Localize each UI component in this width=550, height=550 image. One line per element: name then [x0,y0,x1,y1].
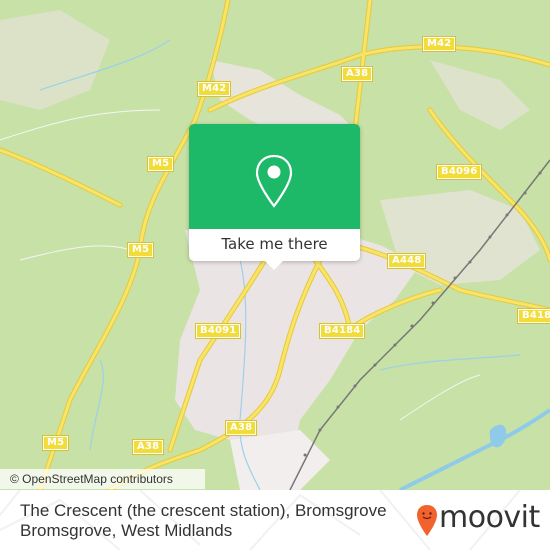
moovit-wordmark: moovit [439,500,540,535]
take-me-there-button[interactable]: Take me there [189,229,360,261]
road-label-m5: M5 [146,156,175,172]
map-view[interactable]: M42 M42 A38 M5 M5 B4096 A448 B4184 B4091… [0,0,550,490]
road-label-m42: M42 [196,81,232,97]
reservoir [489,424,507,448]
popup-pointer [264,260,284,270]
road-label-a38: A38 [131,439,165,455]
take-me-there-popup[interactable]: Take me there [189,124,360,261]
map-pin-icon [255,154,293,208]
river [399,408,550,490]
road-label-b4184: B4184 [516,308,550,324]
footer: The Crescent (the crescent station), Bro… [0,490,550,550]
moovit-pin-icon [417,505,437,536]
urban-area-northwest [0,10,110,110]
footpath-3 [399,374,481,421]
footpath-1 [0,109,161,141]
road-label-b4096: B4096 [435,164,483,180]
road-label-a448: A448 [386,253,427,269]
osm-attribution[interactable]: © OpenStreetMap contributors [0,469,205,489]
stream-3 [379,354,521,371]
stream-4 [89,359,104,451]
popup-header [189,124,360,229]
moovit-logo[interactable]: moovit [416,500,540,540]
stop-name: The Crescent (the crescent station), Bro… [20,501,387,520]
road-label-m5: M5 [41,435,70,451]
road-label-m42: M42 [421,36,457,52]
footpath-2 [19,245,131,261]
urban-area-northeast [430,60,530,130]
road-label-b4091: B4091 [194,323,242,339]
road-label-a38: A38 [224,420,258,436]
road-label-b4184: B4184 [318,323,366,339]
road-label-a38: A38 [340,66,374,82]
road-label-m5: M5 [126,242,155,258]
stop-location: Bromsgrove, West Midlands [20,521,233,540]
